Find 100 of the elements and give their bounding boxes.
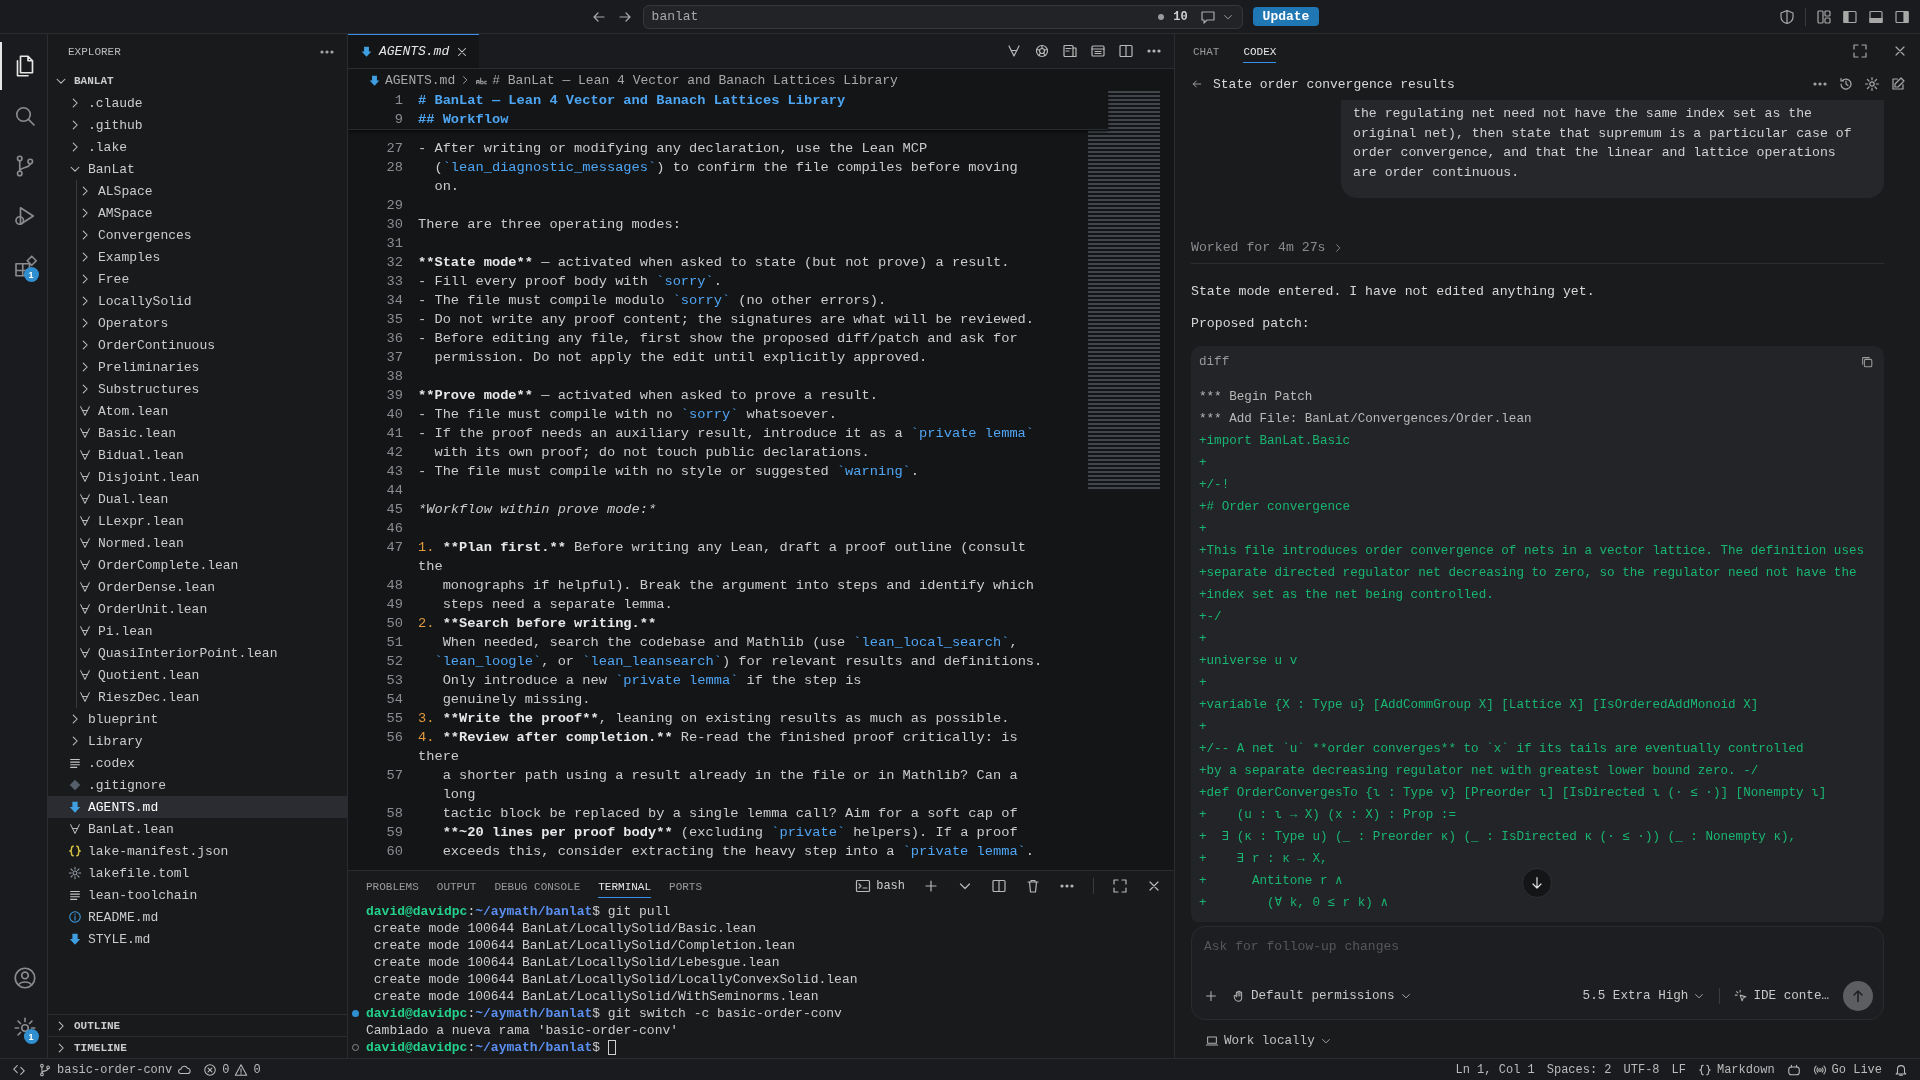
file-item[interactable]: Basic.lean	[48, 422, 347, 444]
maximize-icon[interactable]	[1112, 878, 1128, 894]
panel-toggle-icon[interactable]	[1868, 8, 1884, 25]
split-editor-icon[interactable]	[1118, 43, 1134, 59]
branch-indicator[interactable]: basic-order-conv	[38, 1062, 192, 1077]
panel-tab[interactable]: PORTS	[669, 874, 703, 898]
model-button[interactable]: 5.5 Extra High	[1582, 989, 1706, 1003]
robot-icon[interactable]	[1786, 1062, 1801, 1077]
message-input[interactable]: Ask for follow-up changes	[1204, 935, 1873, 957]
plus-icon[interactable]	[923, 878, 939, 894]
permissions-button[interactable]: Default permissions	[1232, 989, 1412, 1003]
file-item[interactable]: Atom.lean	[48, 400, 347, 422]
file-item[interactable]: OrderDense.lean	[48, 576, 347, 598]
file-item[interactable]: Bidual.lean	[48, 444, 347, 466]
file-item[interactable]: lake-manifest.json	[48, 840, 347, 862]
folder-item[interactable]: Convergences	[48, 224, 347, 246]
file-item[interactable]: Dual.lean	[48, 488, 347, 510]
file-item[interactable]: LLexpr.lean	[48, 510, 347, 532]
file-item[interactable]: OrderComplete.lean	[48, 554, 347, 576]
file-item[interactable]: README.md	[48, 906, 347, 928]
terminal-selector[interactable]: bash	[855, 878, 905, 894]
bell-icon[interactable]	[1894, 1062, 1908, 1077]
history-icon[interactable]	[1838, 76, 1854, 92]
copy-icon[interactable]	[1860, 355, 1874, 369]
folder-item[interactable]: BanLat	[48, 158, 347, 180]
preview-icon[interactable]	[1090, 43, 1106, 59]
folder-item[interactable]: Examples	[48, 246, 347, 268]
folder-item[interactable]: Free	[48, 268, 347, 290]
folder-item[interactable]: LocallySolid	[48, 290, 347, 312]
folder-item[interactable]: .lake	[48, 136, 347, 158]
status-item[interactable]: LF	[1671, 1062, 1686, 1077]
line-number: 31	[385, 236, 403, 251]
file-item[interactable]: .gitignore	[48, 774, 347, 796]
chat-icon[interactable]	[1199, 8, 1216, 25]
file-item[interactable]: RieszDec.lean	[48, 686, 347, 708]
status-item[interactable]: Spaces: 2	[1546, 1062, 1612, 1077]
run-debug-icon[interactable]	[12, 204, 37, 228]
file-item[interactable]: Pi.lean	[48, 620, 347, 642]
settings-icon[interactable]	[1864, 76, 1880, 92]
new-thread-icon[interactable]	[1890, 76, 1906, 92]
folder-item[interactable]: blueprint	[48, 708, 347, 730]
panel-tab[interactable]: PROBLEMS	[366, 874, 419, 898]
remote-icon[interactable]	[12, 1062, 26, 1077]
code-line: *Workflow within prove mode:*	[418, 502, 657, 517]
panel-tab[interactable]: CHAT	[1193, 39, 1220, 63]
plus-icon[interactable]	[1204, 989, 1218, 1003]
folder-item[interactable]: AMSpace	[48, 202, 347, 224]
layout-icon[interactable]	[1816, 8, 1832, 25]
file-item[interactable]: Disjoint.lean	[48, 466, 347, 488]
folder-item[interactable]: Substructures	[48, 378, 347, 400]
editor-tab[interactable]: AGENTS.md	[348, 34, 480, 68]
maximize-icon[interactable]	[1852, 43, 1868, 59]
trash-icon[interactable]	[1025, 878, 1041, 894]
language-mode[interactable]: Markdown	[1697, 1062, 1775, 1077]
file-item[interactable]: .codex	[48, 752, 347, 774]
update-button[interactable]: Update	[1252, 7, 1320, 26]
folder-item[interactable]: ALSpace	[48, 180, 347, 202]
breadcrumb-item[interactable]: AGENTS.md	[385, 72, 456, 88]
workspace-name: banlat	[651, 9, 699, 24]
status-item[interactable]: Ln 1, Col 1	[1455, 1062, 1535, 1077]
file-item[interactable]: STYLE.md	[48, 928, 347, 950]
file-item[interactable]: BanLat.lean	[48, 818, 347, 840]
section-header[interactable]: OUTLINE	[48, 1014, 347, 1036]
folder-item[interactable]: Preliminaries	[48, 356, 347, 378]
status-item[interactable]: UTF-8	[1623, 1062, 1660, 1077]
command-center[interactable]: banlat 10	[642, 4, 1243, 29]
file-item[interactable]: Normed.lean	[48, 532, 347, 554]
extensions-icon[interactable]	[12, 254, 37, 278]
folder-item[interactable]: .github	[48, 114, 347, 136]
root-folder[interactable]: BANLAT	[48, 70, 347, 92]
lean-icon[interactable]	[1006, 43, 1022, 59]
folder-item[interactable]: Operators	[48, 312, 347, 334]
file-item[interactable]: lean-toolchain	[48, 884, 347, 906]
panel-tab[interactable]: DEBUG CONSOLE	[494, 874, 581, 898]
account-icon[interactable]	[12, 966, 37, 990]
panel-tab[interactable]: CODEX	[1243, 39, 1277, 63]
file-item[interactable]: QuasiInteriorPoint.lean	[48, 642, 347, 664]
knot-icon[interactable]	[1034, 43, 1050, 59]
file-item[interactable]: AGENTS.md	[48, 796, 347, 818]
panel-tab[interactable]: TERMINAL	[598, 874, 652, 898]
folder-item[interactable]: OrderContinuous	[48, 334, 347, 356]
go-live-button[interactable]: Go Live	[1812, 1062, 1882, 1077]
file-item[interactable]: Quotient.lean	[48, 664, 347, 686]
secondary-sidebar-toggle-icon[interactable]	[1894, 8, 1910, 25]
file-item[interactable]: lakefile.toml	[48, 862, 347, 884]
problems-indicator[interactable]: 0 0	[203, 1062, 261, 1077]
folder-item[interactable]: Library	[48, 730, 347, 752]
file-item[interactable]: OrderUnit.lean	[48, 598, 347, 620]
context-button[interactable]: IDE conte…	[1734, 989, 1829, 1003]
shield-icon[interactable]	[1779, 8, 1795, 25]
worked-summary[interactable]: Worked for 4m 27s	[1191, 240, 1344, 255]
back-arrow-icon[interactable]	[1191, 78, 1203, 90]
split-terminal-icon[interactable]	[991, 878, 1007, 894]
send-button[interactable]	[1843, 981, 1873, 1011]
work-mode-button[interactable]: Work locally	[1205, 1034, 1332, 1048]
panel-tab[interactable]: OUTPUT	[436, 874, 477, 898]
breadcrumb-item[interactable]: # BanLat — Lean 4 Vector and Banach Lattices Library	[492, 72, 898, 88]
sidebar-toggle-icon[interactable]	[1842, 8, 1858, 25]
open-preview-icon[interactable]	[1062, 43, 1078, 59]
folder-item[interactable]: .claude	[48, 92, 347, 114]
